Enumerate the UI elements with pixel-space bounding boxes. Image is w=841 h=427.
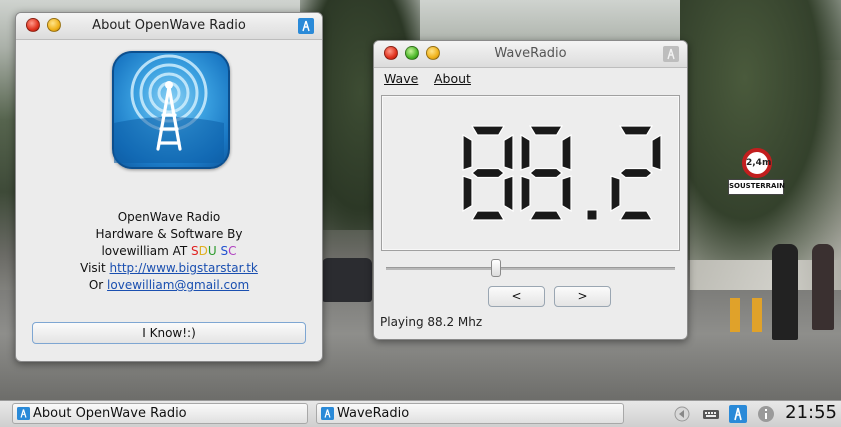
info-icon[interactable]: [757, 405, 775, 423]
app-icon: [663, 46, 679, 62]
waveradio-tray-icon[interactable]: [729, 405, 747, 423]
menu-wave-label: Wave: [384, 71, 419, 86]
playback-status: Playing 88.2 Mhz: [380, 315, 483, 329]
menu-bar: Wave About: [374, 68, 687, 90]
frequency-slider-handle[interactable]: [491, 259, 501, 277]
app-icon: [321, 407, 334, 420]
window-title: WaveRadio: [494, 46, 567, 61]
app-name: OpenWave Radio: [117, 210, 221, 224]
clock: 21:55: [785, 402, 837, 423]
visit-label: Visit: [80, 261, 106, 275]
lcd-segment: [462, 175, 473, 213]
lcd-digit: [610, 125, 662, 221]
website-link[interactable]: http://www.bigstarstar.tk: [110, 261, 258, 275]
taskbar-item-waveradio[interactable]: WaveRadio: [316, 403, 624, 424]
sdu-letter-u: U: [207, 244, 217, 258]
taskbar-item-label: WaveRadio: [337, 406, 410, 421]
taskbar: About OpenWave Radio WaveRadio 21:55: [0, 400, 841, 427]
street-plate: SOUSTERRAIN: [728, 179, 785, 195]
website-line: Visit http://www.bigstarstar.tk: [16, 260, 322, 277]
taskbar-item-about[interactable]: About OpenWave Radio: [12, 403, 308, 424]
next-station-button[interactable]: >: [554, 286, 611, 307]
sc-letter-s: S: [220, 244, 229, 258]
previous-station-button[interactable]: <: [488, 286, 545, 307]
about-info: OpenWave Radio Hardware & Software By lo…: [16, 209, 322, 294]
tray-expand-icon[interactable]: [673, 405, 691, 423]
about-window: About OpenWave Radio OpenWave Radio Hard…: [15, 12, 323, 362]
frequency-lcd: [462, 125, 662, 221]
wallpaper-bollard: [730, 298, 740, 332]
menu-wave[interactable]: Wave: [384, 71, 418, 86]
frequency-display: [381, 95, 680, 251]
lcd-segment: [470, 125, 506, 136]
wallpaper-person: [772, 244, 798, 340]
lcd-segment: [520, 133, 531, 171]
lcd-segment: [529, 167, 563, 179]
wallpaper-car: [322, 258, 372, 302]
menu-about-label: About: [434, 71, 471, 86]
lcd-digit: [462, 125, 514, 221]
sdu-letter-s: S: [191, 244, 199, 258]
lcd-digit: [520, 125, 572, 221]
app-icon: [17, 407, 30, 420]
taskbar-item-label: About OpenWave Radio: [33, 406, 187, 421]
lcd-segment: [520, 175, 531, 213]
road-sign: 2,4m: [742, 148, 772, 178]
lcd-segment: [462, 133, 473, 171]
about-titlebar[interactable]: About OpenWave Radio: [16, 13, 322, 40]
lcd-segment: [561, 175, 572, 213]
lcd-segment: [618, 125, 654, 136]
lcd-segment: [610, 175, 621, 213]
menu-about[interactable]: About: [434, 71, 471, 86]
wallpaper-bollard: [752, 298, 762, 332]
lcd-segment: [503, 133, 514, 171]
wallpaper-person: [812, 244, 834, 330]
wallpaper-tree: [680, 0, 841, 260]
sc-letter-c: C: [228, 244, 237, 258]
waveradio-window: WaveRadio Wave About < > Playing 88.2 Mh…: [373, 40, 688, 340]
window-title: About OpenWave Radio: [92, 18, 246, 33]
credits-line: Hardware & Software By: [95, 227, 243, 241]
lcd-segment: [618, 210, 654, 221]
lcd-segment: [528, 125, 564, 136]
lcd-segment: [619, 167, 653, 179]
author-name: lovewilliam AT: [101, 244, 192, 258]
lcd-segment: [561, 133, 572, 171]
lcd-segment: [528, 210, 564, 221]
or-label: Or: [88, 278, 104, 292]
lcd-segment: [651, 133, 662, 171]
waveradio-titlebar[interactable]: WaveRadio: [374, 41, 687, 68]
lcd-segment: [470, 210, 506, 221]
frequency-slider-track[interactable]: [386, 267, 675, 270]
email-line: Or lovewilliam@gmail.com: [16, 277, 322, 294]
lcd-segment: [503, 175, 514, 213]
app-icon: [298, 18, 314, 34]
sdu-letter-d: D: [198, 244, 208, 258]
lcd-decimal-point: [586, 209, 598, 221]
lcd-segment: [471, 167, 505, 179]
i-know-button[interactable]: I Know!:): [32, 322, 306, 344]
keyboard-icon[interactable]: [702, 405, 720, 423]
email-link[interactable]: lovewilliam@gmail.com: [107, 278, 249, 292]
radio-tower-icon: [112, 51, 230, 169]
author-line: lovewilliam AT SDU SC: [16, 243, 322, 260]
